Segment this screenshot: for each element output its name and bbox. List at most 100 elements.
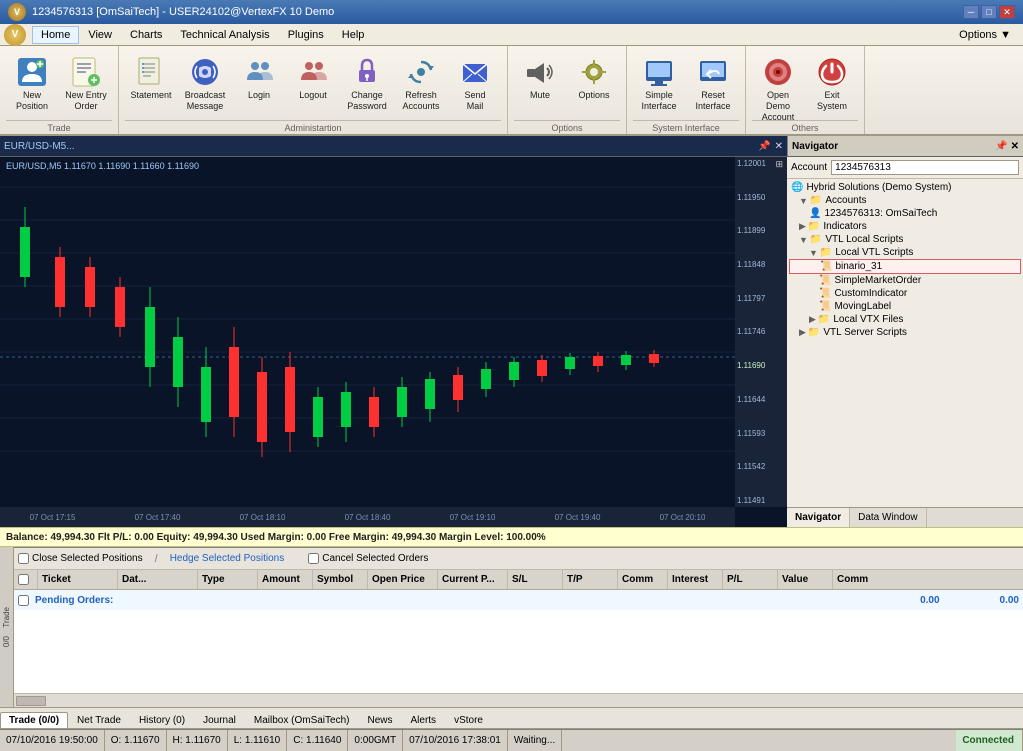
trade-vtab[interactable]: Trade [0, 603, 13, 632]
login-button[interactable]: Login [233, 52, 285, 120]
new-position-button[interactable]: NewPosition [6, 52, 58, 120]
chart-zoom-icon[interactable]: ⊞ [775, 159, 783, 170]
send-mail-button[interactable]: SendMail [449, 52, 501, 120]
tab-net-trade[interactable]: Net Trade [68, 712, 130, 728]
tree-item-local-vtl-scripts[interactable]: ▼ 📁 Local VTL Scripts [789, 246, 1021, 259]
close-button[interactable]: ✕ [999, 5, 1015, 19]
price-label: 1.11542 [737, 462, 785, 471]
th-current-price[interactable]: Current P... [438, 570, 508, 589]
tab-history[interactable]: History (0) [130, 712, 194, 728]
th-ticket[interactable]: Ticket [38, 570, 118, 589]
tree-item-local-vtx-files[interactable]: ▶ 📁 Local VTX Files [789, 313, 1021, 326]
expand-vtl-scripts-icon[interactable]: ▼ [799, 235, 808, 245]
account-input[interactable] [831, 160, 1019, 175]
menu-help[interactable]: Help [333, 26, 374, 44]
vtl-folder-icon: 📁 [810, 234, 822, 245]
simple-interface-button[interactable]: SimpleInterface [633, 52, 685, 120]
navigator-pin-icon[interactable]: 📌 [995, 141, 1007, 152]
tree-item-vtl-server-scripts[interactable]: ▶ 📁 VTL Server Scripts [789, 326, 1021, 339]
tab-alerts[interactable]: Alerts [402, 712, 446, 728]
expand-server-scripts-icon[interactable]: ▶ [799, 327, 806, 338]
tree-item-indicators[interactable]: ▶ 📁 Indicators [789, 220, 1021, 233]
tree-item-moving-label[interactable]: 📜 MovingLabel [789, 300, 1021, 313]
th-comm2[interactable]: Comm [833, 570, 883, 589]
reset-interface-button[interactable]: ResetInterface [687, 52, 739, 120]
data-window-tab[interactable]: Data Window [850, 508, 926, 527]
maximize-button[interactable]: □ [981, 5, 997, 19]
tree-item-accounts[interactable]: ▼ 📁 Accounts [789, 194, 1021, 207]
scroll-thumb[interactable] [16, 696, 46, 706]
th-comm[interactable]: Comm [618, 570, 668, 589]
new-entry-order-icon [70, 56, 102, 88]
options-label: Options [578, 90, 609, 101]
menu-view[interactable]: View [79, 26, 121, 44]
refresh-accounts-icon [405, 56, 437, 88]
tab-trade[interactable]: Trade (0/0) [0, 712, 68, 728]
close-selected-positions-check[interactable]: Close Selected Positions [18, 553, 143, 564]
expand-vtx-icon[interactable]: ▶ [809, 314, 816, 325]
expand-local-vtl-icon[interactable]: ▼ [809, 248, 818, 258]
app-menu-logo[interactable]: V [4, 24, 26, 46]
server-folder-icon: 📁 [808, 327, 820, 338]
tab-journal[interactable]: Journal [194, 712, 245, 728]
menu-plugins[interactable]: Plugins [279, 26, 333, 44]
tree-item-simple-market-order[interactable]: 📜 SimpleMarketOrder [789, 274, 1021, 287]
expand-accounts-icon[interactable]: ▼ [799, 196, 808, 206]
new-entry-order-button[interactable]: New EntryOrder [60, 52, 112, 120]
th-type[interactable]: Type [198, 570, 258, 589]
th-interest[interactable]: Interest [668, 570, 723, 589]
logout-button[interactable]: Logout [287, 52, 339, 120]
status-datetime: 07/10/2016 19:50:00 [0, 730, 105, 751]
tab-mailbox[interactable]: Mailbox (OmSaiTech) [245, 712, 359, 728]
ribbon-trade-buttons: NewPosition New EntryOrder [6, 50, 112, 120]
tree-item-label: MovingLabel [834, 301, 891, 312]
change-password-button[interactable]: ChangePassword [341, 52, 393, 120]
ribbon: NewPosition New EntryOrder Trad [0, 46, 1023, 136]
tree-item-custom-indicator[interactable]: 📜 CustomIndicator [789, 287, 1021, 300]
cancel-selected-checkbox[interactable] [308, 553, 319, 564]
select-all-checkbox[interactable] [18, 574, 29, 585]
th-tp[interactable]: T/P [563, 570, 618, 589]
pending-value-value: 0.00 [1000, 595, 1019, 606]
minimize-button[interactable]: ─ [963, 5, 979, 19]
menu-charts[interactable]: Charts [121, 26, 171, 44]
status-gmt-time: 0:00GMT [348, 730, 403, 751]
th-sl[interactable]: S/L [508, 570, 563, 589]
tree-item-account-number[interactable]: 👤 1234576313: OmSaiTech [789, 207, 1021, 220]
open-demo-account-button[interactable]: Open DemoAccount [752, 52, 804, 120]
th-pl[interactable]: P/L [723, 570, 778, 589]
cancel-selected-orders-check[interactable]: Cancel Selected Orders [308, 553, 428, 564]
th-symbol[interactable]: Symbol [313, 570, 368, 589]
broadcast-label: BroadcastMessage [185, 90, 226, 112]
th-value[interactable]: Value [778, 570, 833, 589]
options-button[interactable]: Options [568, 52, 620, 120]
exit-system-button[interactable]: ExitSystem [806, 52, 858, 120]
expand-indicators-icon[interactable]: ▶ [799, 221, 806, 232]
th-date[interactable]: Dat... [118, 570, 198, 589]
pending-orders-checkbox[interactable] [18, 595, 29, 606]
refresh-accounts-button[interactable]: RefreshAccounts [395, 52, 447, 120]
tab-news[interactable]: News [358, 712, 401, 728]
th-open-price[interactable]: Open Price [368, 570, 438, 589]
exit-system-icon [816, 56, 848, 88]
chart-close-icon[interactable]: ✕ [775, 141, 783, 152]
menu-options[interactable]: Options ▼ [951, 27, 1019, 43]
mute-button[interactable]: Mute [514, 52, 566, 120]
menu-technical-analysis[interactable]: Technical Analysis [171, 26, 278, 44]
ratio-vtab[interactable]: 0/0 [0, 632, 13, 651]
chart-pin-icon[interactable]: 📌 [758, 141, 770, 152]
hedge-selected-label[interactable]: Hedge Selected Positions [170, 553, 285, 564]
th-amount[interactable]: Amount [258, 570, 313, 589]
tree-item-binario31[interactable]: 📜 binario_31 [789, 259, 1021, 274]
navigator-tab[interactable]: Navigator [787, 508, 850, 527]
tree-item-vtl-local-scripts[interactable]: ▼ 📁 VTL Local Scripts [789, 233, 1021, 246]
close-selected-checkbox[interactable] [18, 553, 29, 564]
tab-vstore[interactable]: vStore [445, 712, 492, 728]
account-label: Account [791, 162, 827, 173]
broadcast-message-button[interactable]: BroadcastMessage [179, 52, 231, 120]
horizontal-scrollbar[interactable] [14, 693, 1023, 707]
tree-item-hybrid[interactable]: 🌐 Hybrid Solutions (Demo System) [789, 181, 1021, 194]
statement-button[interactable]: Statement [125, 52, 177, 120]
menu-home[interactable]: Home [32, 26, 79, 44]
navigator-close-icon[interactable]: ✕ [1011, 141, 1019, 152]
